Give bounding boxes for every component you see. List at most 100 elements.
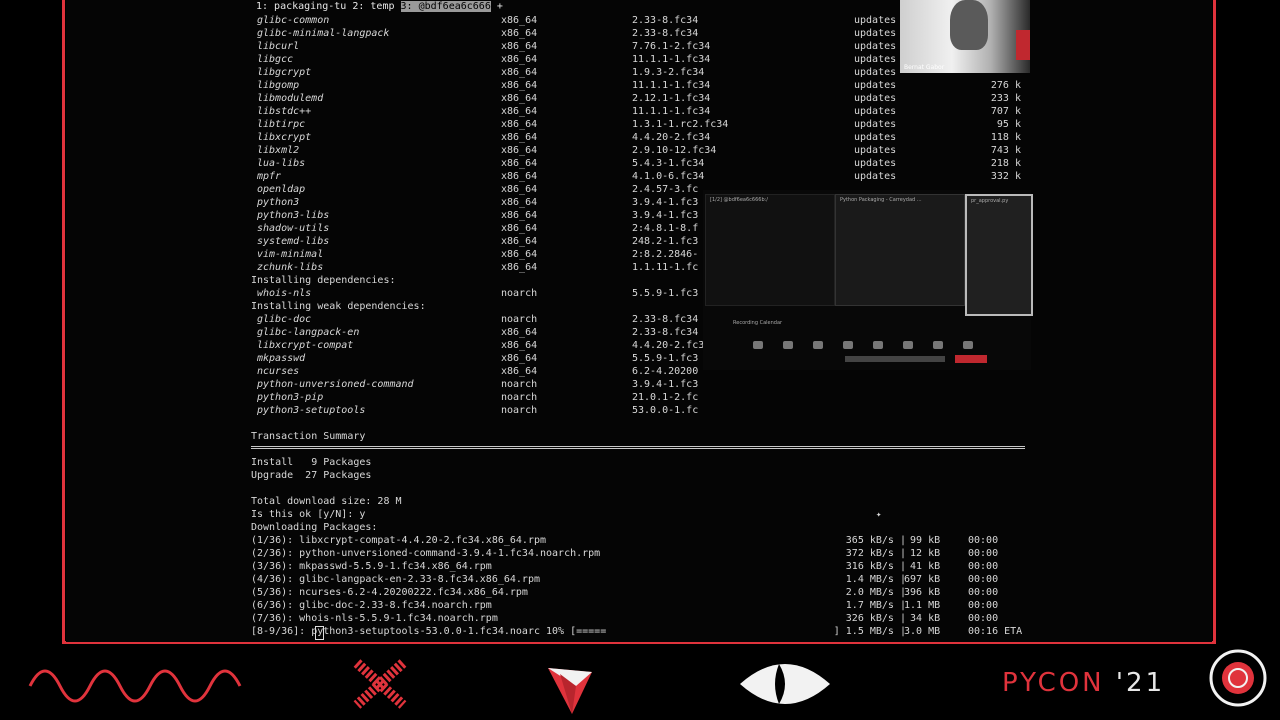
tab-packaging[interactable]: 1: packaging-tu [256, 1, 346, 12]
package-version: 5.5.9-1.fc3 [632, 353, 699, 364]
triangle-logo-icon [548, 668, 592, 714]
download-speed: 365 kB/s | [845, 535, 906, 546]
package-size: 743 k [990, 145, 1021, 156]
download-time: 00:00 [968, 587, 999, 598]
pycon-year: '21 [1115, 668, 1166, 698]
package-arch: x86_64 [501, 249, 538, 260]
package-name: lua-libs [257, 158, 306, 169]
package-arch: x86_64 [501, 145, 538, 156]
package-name: python3-setuptools [257, 405, 366, 416]
package-size: 218 k [990, 158, 1021, 169]
package-name: glibc-common [257, 15, 330, 26]
package-repo: updates [854, 80, 897, 91]
pycon-word: PYCON [1002, 668, 1105, 698]
package-name: libmodulemd [257, 93, 324, 104]
download-progress-size: 3.0 MB [904, 626, 941, 637]
more-icon[interactable] [963, 341, 973, 349]
download-size-value: 697 kB [904, 574, 941, 585]
package-arch: x86_64 [501, 119, 538, 130]
package-name: mkpasswd [257, 353, 306, 364]
mute-icon[interactable] [753, 341, 763, 349]
package-size: 276 k [990, 80, 1021, 91]
download-size-value: 34 kB [904, 613, 941, 624]
tab-temp[interactable]: 2: temp [352, 1, 394, 12]
terminal-window[interactable]: 1: packaging-tu 2: temp 3: @bdf6ea6c666 … [66, 0, 1212, 642]
download-time: 00:00 [968, 535, 999, 546]
package-arch: x86_64 [501, 80, 538, 91]
webcam-accent [1016, 30, 1030, 60]
pycon-ring-icon [1209, 649, 1267, 707]
package-version: 2.33-8.fc34 [632, 314, 699, 325]
package-version: 2.12.1-1.fc34 [632, 93, 711, 104]
package-name: python3-libs [257, 210, 330, 221]
wave-icon [28, 669, 242, 703]
security-icon[interactable] [813, 341, 823, 349]
package-name: libxml2 [257, 145, 300, 156]
participants-icon[interactable] [843, 341, 853, 349]
download-size-value: 41 kB [904, 561, 941, 572]
download-speed: 316 kB/s | [845, 561, 906, 572]
package-repo: updates [854, 67, 897, 78]
download-file: (4/36): glibc-langpack-en-2.33-8.fc34.x8… [251, 574, 540, 585]
package-version: 2.4.57-3.fc [632, 184, 699, 195]
package-version: 1.1.11-1.fc [632, 262, 699, 273]
terminal-cursor [315, 626, 324, 640]
package-size: 707 k [990, 106, 1021, 117]
package-name: glibc-langpack-en [257, 327, 360, 338]
package-version: 3.9.4-1.fc3 [632, 379, 699, 390]
summary-title: Transaction Summary [251, 431, 366, 442]
tmux-tab-bar[interactable]: 1: packaging-tu 2: temp 3: @bdf6ea6c666 … [256, 1, 503, 12]
package-repo: updates [854, 54, 897, 65]
summary-install: Install 9 Packages [251, 457, 372, 468]
package-name: zchunk-libs [257, 262, 324, 273]
package-version: 4.4.20-2.fc34 [632, 132, 711, 143]
package-arch: x86_64 [501, 223, 538, 234]
video-icon[interactable] [783, 341, 793, 349]
shared-terminal-thumb: [1/2] @bdf6ea6c666b:/ [705, 194, 835, 306]
tab-container[interactable]: 3: @bdf6ea6c666 [400, 1, 491, 12]
package-version: 1.9.3-2.fc34 [632, 67, 705, 78]
package-repo: updates [854, 158, 897, 169]
package-repo: updates [854, 171, 897, 182]
download-speed: 372 kB/s | [845, 548, 906, 559]
package-arch: x86_64 [501, 132, 538, 143]
package-version: 1.3.1-1.rc2.fc34 [632, 119, 729, 130]
package-version: 11.1.1-1.fc34 [632, 54, 711, 65]
package-name: mpfr [257, 171, 282, 182]
package-arch: x86_64 [501, 54, 538, 65]
package-version: 2.33-8.fc34 [632, 28, 699, 39]
download-progress-eta: 00:16 ETA [968, 626, 1023, 637]
download-time: 00:00 [968, 600, 999, 611]
package-name: libxcrypt [257, 132, 312, 143]
package-repo: updates [854, 145, 897, 156]
download-size-value: 12 kB [904, 548, 941, 559]
package-version: 2.9.10-12.fc34 [632, 145, 717, 156]
package-repo: updates [854, 106, 897, 117]
speaker-figure [950, 0, 988, 50]
package-name: libstdc++ [257, 106, 312, 117]
download-time: 00:00 [968, 548, 999, 559]
pause-icon[interactable] [933, 341, 943, 349]
package-repo: updates [854, 93, 897, 104]
package-version: 11.1.1-1.fc34 [632, 80, 711, 91]
download-file: (6/36): glibc-doc-2.33-8.fc34.noarch.rpm [251, 600, 492, 611]
download-speed: 2.0 MB/s | [845, 587, 906, 598]
stop-share-button[interactable] [955, 355, 987, 363]
package-arch: x86_64 [501, 197, 538, 208]
recording-label: Recording Calendar [733, 320, 783, 326]
webcam-caption: Bernat Gabor [904, 64, 945, 71]
thumb-title-1: [1/2] @bdf6ea6c666b:/ [710, 197, 768, 203]
package-version: 11.1.1-1.fc34 [632, 106, 711, 117]
summary-upgrade: Upgrade 27 Packages [251, 470, 372, 481]
package-arch: x86_64 [501, 106, 538, 117]
chat-icon[interactable] [873, 341, 883, 349]
package-name: libgomp [257, 80, 300, 91]
package-version: 2:4.8.1-8.f [632, 223, 699, 234]
package-repo: updates [854, 28, 897, 39]
download-size: Total download size: 28 M [251, 496, 402, 507]
share-icon[interactable] [903, 341, 913, 349]
package-name: openldap [257, 184, 306, 195]
screen-share-overlay[interactable]: [1/2] @bdf6ea6c666b:/ Python Packaging -… [703, 190, 1033, 370]
meeting-toolbar[interactable] [743, 334, 1028, 349]
new-tab-button[interactable]: + [497, 1, 503, 12]
